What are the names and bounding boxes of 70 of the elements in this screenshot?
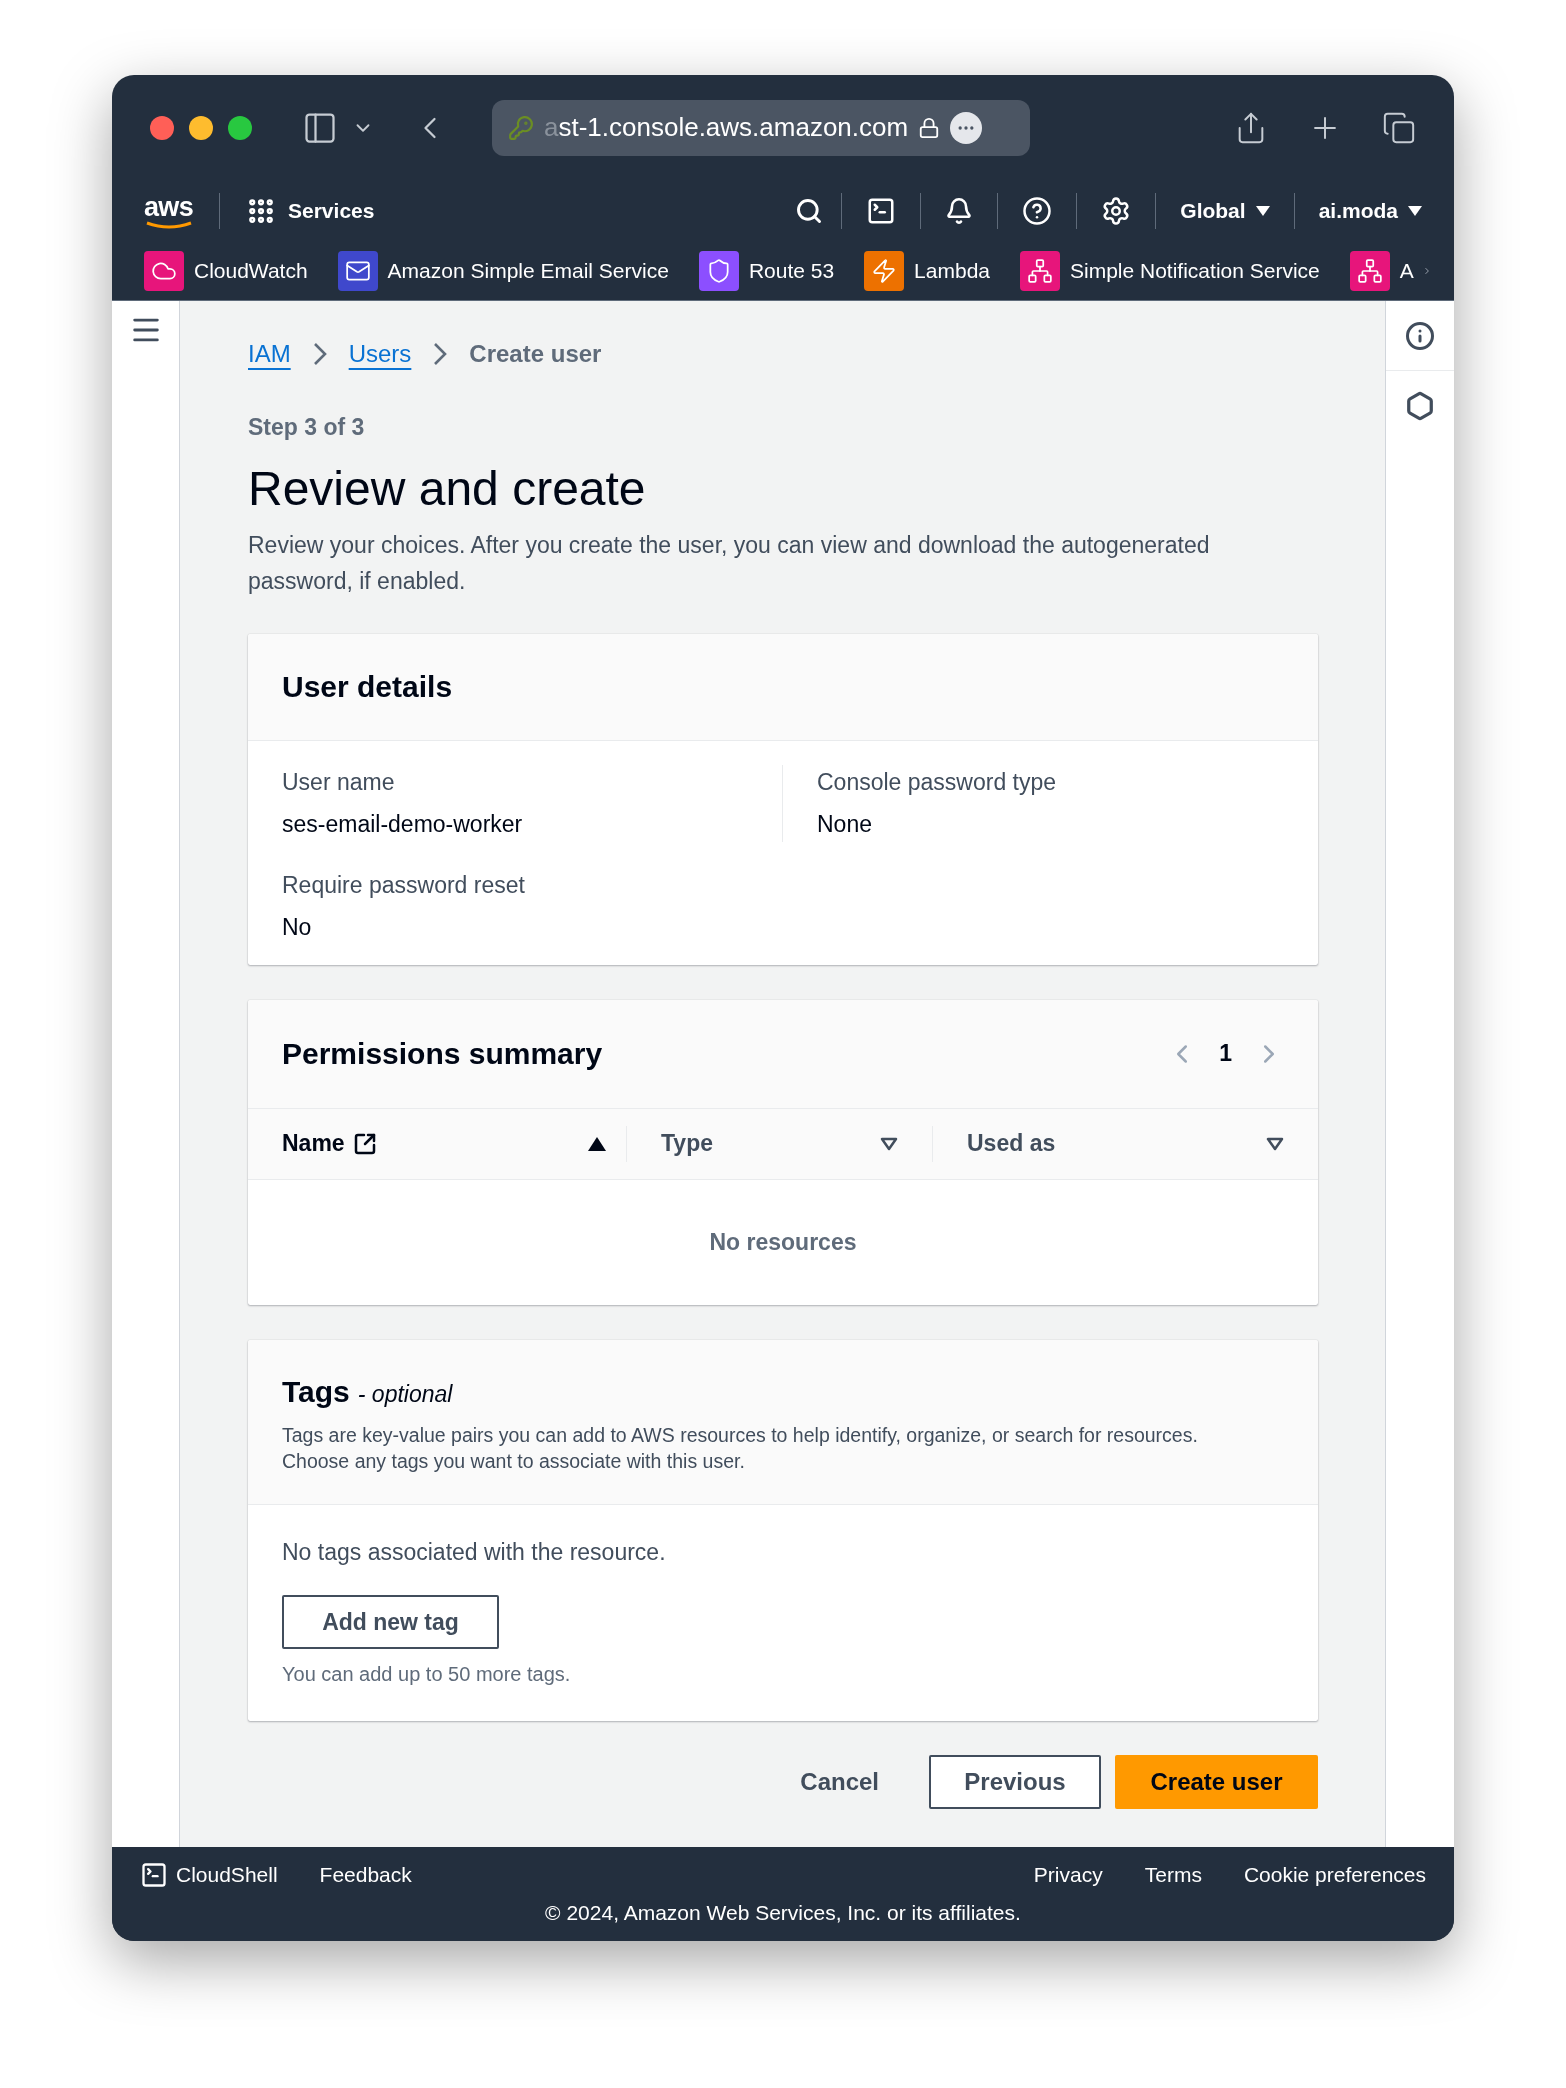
empty-tags-text: No tags associated with the resource. [282,1537,667,1567]
create-user-button[interactable]: Create user [1115,1755,1318,1809]
tags-hint: You can add up to 50 more tags. [282,1662,572,1687]
bell-icon[interactable] [945,197,974,225]
copyright-text: © 2024, Amazon Web Services, Inc. or its affiliates. [544,1899,1022,1926]
previous-button[interactable]: Previous [929,1755,1101,1809]
empty-table-text: No resources [709,1227,857,1257]
card-title: Permissions summary [282,1036,603,1072]
more-icon[interactable] [950,111,983,144]
add-tag-button[interactable]: Add new tag [282,1595,499,1649]
help-icon[interactable] [1022,196,1053,226]
footer-link[interactable]: Terms [1144,1859,1202,1891]
breadcrumb-link[interactable]: IAM [248,336,291,372]
field-value: None [817,810,873,839]
sort-icon[interactable] [1266,1136,1284,1151]
minimize-window-button[interactable] [189,115,213,140]
footer-link[interactable]: Privacy [1033,1859,1103,1891]
search-icon[interactable] [795,197,824,225]
hexagon-icon[interactable] [1405,391,1435,421]
favorite-service[interactable]: Lambda [864,251,990,291]
favorite-service[interactable]: Simple Notification Service [1020,251,1320,291]
breadcrumb-separator-icon [312,342,327,366]
feedback-link[interactable]: Feedback [319,1859,412,1891]
cloudshell-button[interactable]: CloudShell [140,1859,278,1891]
external-link-icon[interactable] [352,1131,377,1156]
lock-icon [918,116,941,139]
region-menu[interactable]: Global [1180,195,1270,227]
card-title: User details [282,669,453,705]
address-text: ast-1.console.aws.amazon.com [544,111,909,144]
column-header[interactable]: Name [282,1126,345,1161]
step-label: Step 3 of 3 [248,413,366,442]
card-title: Tags [282,1374,350,1410]
caret-icon [1408,206,1422,216]
favorite-service[interactable]: CloudWatch [144,251,308,291]
field-value: ses-email-demo-worker [282,810,524,839]
footer-link[interactable]: Cookie preferences [1243,1859,1426,1891]
favorite-service[interactable]: Amazon Simple Email Service [337,251,669,291]
maximize-window-button[interactable] [228,115,252,140]
account-menu[interactable]: ai.moda [1318,195,1422,227]
caret-icon [1255,206,1270,216]
breadcrumb-separator-icon [433,342,448,366]
favorite-service[interactable]: Route 53 [698,251,835,291]
field-value: No [282,913,313,942]
settings-icon[interactable] [1101,196,1132,226]
page-title: Review and create [248,460,647,517]
cancel-button[interactable]: Cancel [764,1755,915,1809]
breadcrumb-link[interactable]: Users [348,336,412,372]
column-header[interactable]: Type [661,1126,713,1161]
tabs-icon[interactable] [1382,110,1416,145]
field-label: Console password type [817,767,1058,797]
page-description: Review your choices. After you create the user, you can view and download the autogenerated password, if enabled. [248,530,1211,596]
breadcrumb-current: Create user [469,339,602,369]
key-icon [508,114,534,141]
page-number[interactable]: 1 [1219,1036,1232,1071]
terminal-icon [140,1860,168,1889]
address-bar[interactable]: ast-1.console.aws.amazon.com [492,99,1030,156]
grid-icon [246,196,276,226]
terminal-icon[interactable] [866,196,897,226]
field-label: Require password reset [282,870,526,900]
optional-label: - optional [357,1380,453,1409]
card-description: Tags are key-value pairs you can add to AWS resources to help identify, organize, or search for resources. Choose any tags you want to associate with this user. [282,1423,1199,1474]
field-label: User name [282,767,396,797]
info-icon[interactable] [1405,320,1435,351]
aws-logo[interactable]: aws [144,193,193,229]
close-window-button[interactable] [150,115,174,140]
services-menu[interactable]: Services [246,195,375,227]
column-header[interactable]: Used as [967,1126,1056,1161]
sort-ascending-icon[interactable] [588,1136,606,1151]
favorite-service[interactable]: A [1349,251,1414,291]
sort-icon[interactable] [880,1136,898,1151]
